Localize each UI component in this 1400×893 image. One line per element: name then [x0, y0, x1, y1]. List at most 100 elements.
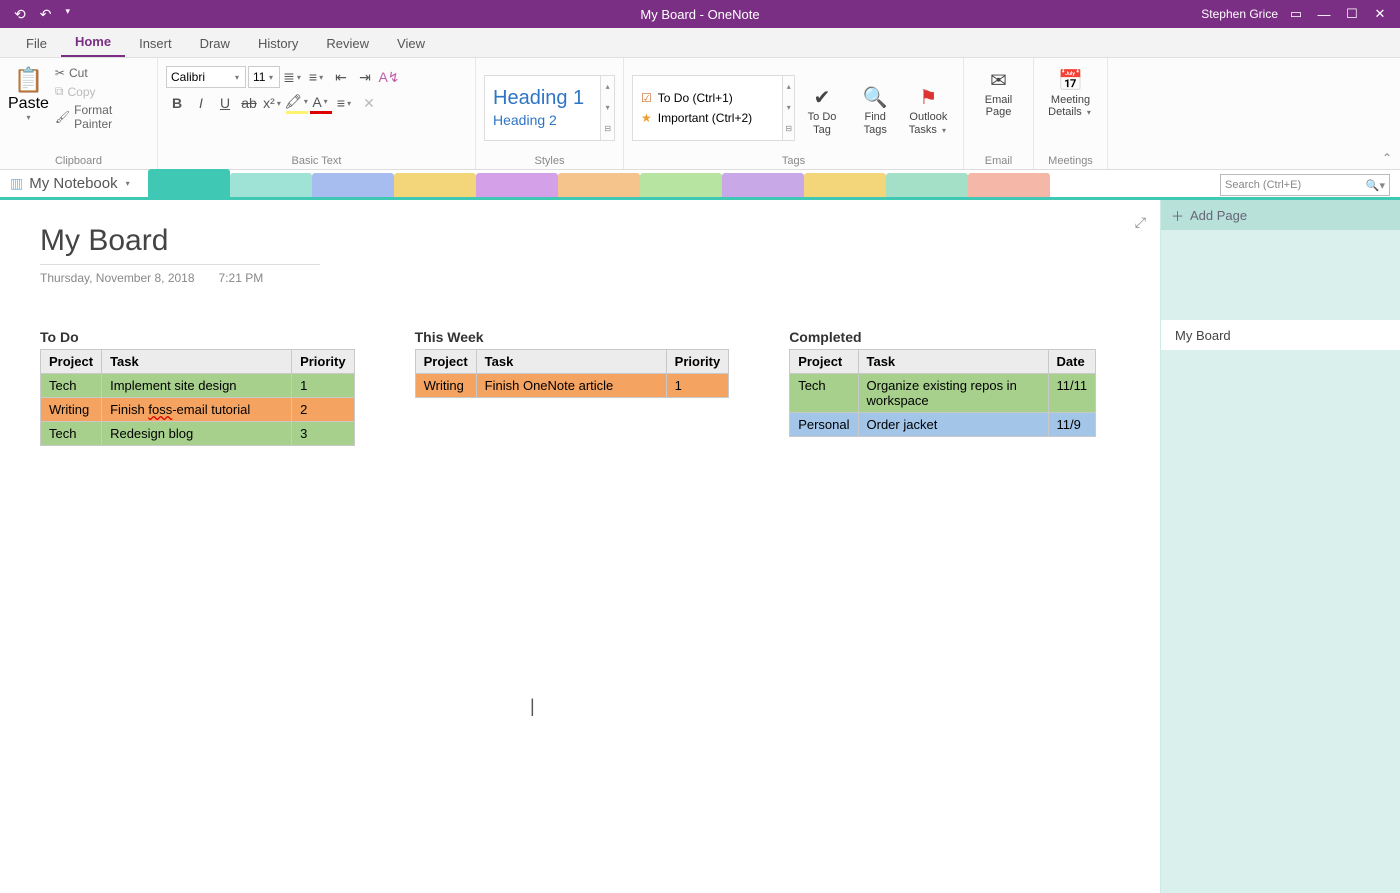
star-icon: ★	[641, 111, 652, 125]
plus-icon: ＋	[1171, 206, 1184, 225]
tags-gallery[interactable]: ☑To Do (Ctrl+1) ★Important (Ctrl+2)	[632, 75, 783, 141]
section-tab[interactable]	[148, 169, 230, 197]
back-icon[interactable]: ⟲	[14, 6, 26, 23]
table-row[interactable]: WritingFinish foss-email tutorial2	[41, 398, 355, 422]
outlook-tasks-button[interactable]: ⚑Outlook Tasks ▾	[902, 79, 955, 135]
collapse-ribbon-icon[interactable]: ⌃	[1382, 151, 1392, 165]
section-tab[interactable]	[804, 173, 886, 197]
text-cursor: |	[530, 696, 535, 717]
styles-down-icon[interactable]: ▾	[601, 103, 614, 112]
minimize-icon[interactable]: —	[1314, 7, 1334, 22]
section-tab[interactable]	[558, 173, 640, 197]
font-name-select[interactable]: Calibri▾	[166, 66, 246, 88]
section-tab[interactable]	[476, 173, 558, 197]
page-list-item[interactable]: My Board	[1161, 320, 1400, 350]
group-label: Email	[972, 155, 1025, 167]
board-todo[interactable]: To Do ProjectTaskPriority TechImplement …	[40, 329, 355, 446]
checkmark-icon: ✔	[814, 83, 831, 111]
table-row[interactable]: WritingFinish OneNote article1	[415, 374, 729, 398]
table-row[interactable]: TechOrganize existing repos in workspace…	[790, 374, 1096, 413]
page-title[interactable]: My Board	[40, 224, 1120, 258]
quick-access-dropdown[interactable]: ▾	[65, 6, 70, 23]
cut-button[interactable]: ✂Cut	[55, 66, 145, 80]
page-timestamp: Thursday, November 8, 20187:21 PM	[40, 271, 1120, 285]
flag-icon: ⚑	[919, 83, 937, 111]
close-icon[interactable]: ✕	[1370, 6, 1390, 22]
brush-icon: 🖌	[55, 110, 70, 124]
board-completed[interactable]: Completed ProjectTaskDate TechOrganize e…	[789, 329, 1096, 446]
checkbox-icon: ☑	[641, 91, 652, 105]
search-input[interactable]: Search (Ctrl+E) 🔍▾	[1220, 174, 1390, 196]
undo-icon[interactable]: ↶	[40, 6, 52, 23]
clear-format-icon[interactable]: A↯	[378, 66, 400, 88]
meeting-details-button[interactable]: 📅Meeting Details ▾	[1042, 62, 1099, 118]
table-row[interactable]: TechRedesign blog3	[41, 422, 355, 446]
envelope-icon: ✉	[990, 66, 1007, 94]
copy-icon: ⧉	[55, 84, 64, 99]
indent-icon[interactable]: ⇥	[354, 66, 376, 88]
font-size-select[interactable]: 11▾	[248, 66, 280, 88]
tab-history[interactable]: History	[244, 30, 312, 57]
maximize-icon[interactable]: ☐	[1342, 6, 1362, 22]
table-row[interactable]: TechImplement site design1	[41, 374, 355, 398]
magnifier-icon: 🔍▾	[1366, 179, 1385, 192]
email-page-button[interactable]: ✉Email Page	[972, 62, 1025, 118]
section-tab[interactable]	[640, 173, 722, 197]
add-page-button[interactable]: ＋Add Page	[1161, 200, 1400, 230]
user-name[interactable]: Stephen Grice	[1201, 7, 1278, 21]
expand-icon[interactable]: ⤢	[1135, 214, 1146, 231]
clipboard-icon: 📋	[14, 66, 44, 95]
align-icon[interactable]: ≡▾	[334, 92, 356, 114]
ribbon-options-icon[interactable]: ▭	[1286, 6, 1306, 22]
numbering-icon[interactable]: ≡▾	[306, 66, 328, 88]
todo-tag-button[interactable]: ✔To Do Tag	[795, 79, 848, 135]
italic-icon[interactable]: I	[190, 92, 212, 114]
tab-insert[interactable]: Insert	[125, 30, 186, 57]
section-tab[interactable]	[230, 173, 312, 197]
styles-gallery[interactable]: Heading 1 Heading 2	[484, 75, 601, 141]
section-tab[interactable]	[968, 173, 1050, 197]
section-tabs[interactable]	[148, 170, 1050, 197]
tab-draw[interactable]: Draw	[186, 30, 244, 57]
copy-button[interactable]: ⧉Copy	[55, 84, 145, 99]
tab-review[interactable]: Review	[312, 30, 383, 57]
tab-view[interactable]: View	[383, 30, 439, 57]
calendar-icon: 📅	[1058, 66, 1083, 94]
section-tab[interactable]	[886, 173, 968, 197]
group-label: Basic Text	[166, 155, 467, 167]
bullets-icon[interactable]: ≣▾	[282, 66, 304, 88]
paste-button[interactable]: 📋 Paste ▾	[8, 62, 49, 122]
bold-icon[interactable]: B	[166, 92, 188, 114]
tab-home[interactable]: Home	[61, 28, 125, 57]
tags-up-icon[interactable]: ▴	[783, 82, 795, 91]
scissors-icon: ✂	[55, 66, 65, 80]
underline-icon[interactable]: U	[214, 92, 236, 114]
group-label: Meetings	[1042, 155, 1099, 167]
notebook-picker[interactable]: ▥ My Notebook ▾	[0, 175, 132, 192]
delete-icon[interactable]: ✕	[358, 92, 380, 114]
find-tags-button[interactable]: 🔍Find Tags	[849, 79, 902, 135]
tags-more-icon[interactable]: ⊟	[783, 124, 795, 133]
section-tab[interactable]	[394, 173, 476, 197]
page-canvas[interactable]: ⤢ My Board Thursday, November 8, 20187:2…	[0, 200, 1160, 893]
section-tab[interactable]	[312, 173, 394, 197]
table-row[interactable]: PersonalOrder jacket11/9	[790, 413, 1096, 437]
format-painter-button[interactable]: 🖌Format Painter	[55, 103, 145, 131]
superscript-icon[interactable]: x²▾	[262, 92, 284, 114]
ribbon: 📋 Paste ▾ ✂Cut ⧉Copy 🖌Format Painter Cli…	[0, 58, 1400, 170]
tab-file[interactable]: File	[12, 30, 61, 57]
title-bar: ⟲ ↶ ▾ My Board - OneNote Stephen Grice ▭…	[0, 0, 1400, 28]
section-tab[interactable]	[722, 173, 804, 197]
font-color-icon[interactable]: A▾	[310, 92, 332, 114]
highlight-icon[interactable]: 🖍▾	[286, 92, 308, 114]
tags-down-icon[interactable]: ▾	[783, 103, 795, 112]
ribbon-tabs: File Home Insert Draw History Review Vie…	[0, 28, 1400, 58]
strike-icon[interactable]: ab	[238, 92, 260, 114]
styles-more-icon[interactable]: ⊟	[601, 124, 614, 133]
group-label: Styles	[484, 155, 615, 167]
search-icon: 🔍	[863, 83, 888, 111]
board-this-week[interactable]: This Week ProjectTaskPriority WritingFin…	[415, 329, 730, 446]
outdent-icon[interactable]: ⇤	[330, 66, 352, 88]
styles-up-icon[interactable]: ▴	[601, 82, 614, 91]
notebook-bar: ▥ My Notebook ▾ Search (Ctrl+E) 🔍▾	[0, 170, 1400, 200]
